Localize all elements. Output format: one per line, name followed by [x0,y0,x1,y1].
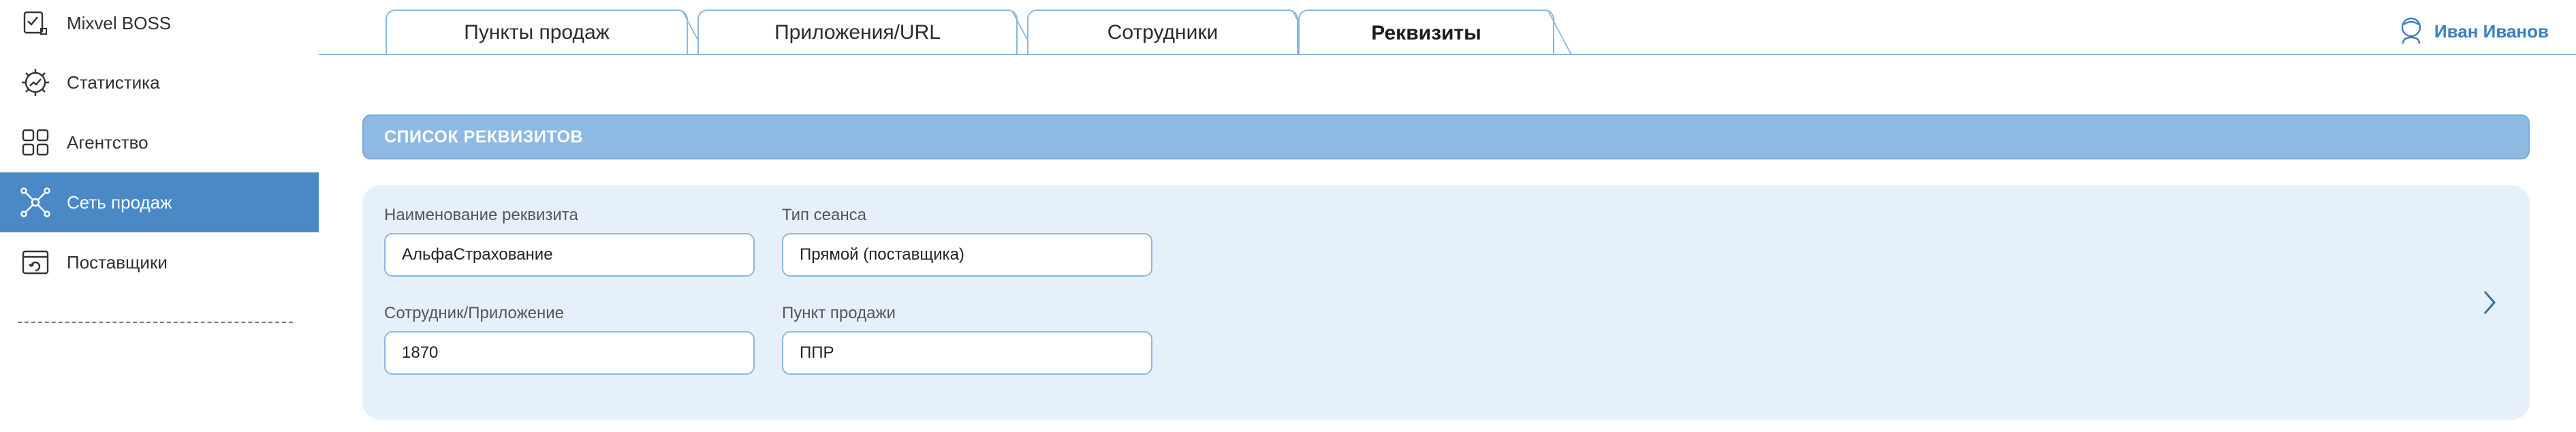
sidebar-item-label: Статистика [67,72,160,93]
sidebar-item-sales-network[interactable]: Сеть продаж [0,172,319,232]
sidebar-divider [18,322,293,323]
tab-bar: Пункты продаж Приложения/URL Сотрудники … [319,0,2576,56]
employee-app-label: Сотрудник/Приложение [384,304,565,322]
sidebar-item-agency[interactable]: Агентство [0,112,319,172]
user-menu[interactable]: Иван Иванов [2398,15,2549,48]
section-title: СПИСОК РЕКВИЗИТОВ [384,127,583,146]
tab-sale-points[interactable]: Пункты продаж [386,10,688,55]
supplier-icon [19,246,52,279]
requisite-card[interactable]: Наименование реквизита АльфаСтрахование … [362,185,2530,420]
sidebar: Mixvel BOSS Статистика Агентство Сеть пр… [0,0,319,432]
user-icon [2398,15,2425,48]
tab-employees[interactable]: Сотрудники [1027,10,1298,55]
checklist-icon [19,7,52,40]
tab-applications-url[interactable]: Приложения/URL [697,10,1018,55]
chevron-right-icon[interactable] [2478,288,2502,318]
sidebar-item-suppliers[interactable]: Поставщики [0,232,319,292]
content-area: СПИСОК РЕКВИЗИТОВ Наименование реквизита… [319,55,2576,432]
session-type-field[interactable]: Прямой (поставщика) [782,233,1152,277]
sale-point-field[interactable]: ППР [782,331,1152,375]
sidebar-item-label: Агентство [67,132,148,153]
sidebar-item-mixvel-boss[interactable]: Mixvel BOSS [0,0,319,53]
employee-app-field[interactable]: 1870 [384,331,755,375]
tab-requisites[interactable]: Реквизиты [1298,10,1554,56]
sidebar-item-label: Сеть продаж [67,191,172,213]
session-type-label: Тип сеанса [782,206,866,224]
sidebar-item-statistics[interactable]: Статистика [0,52,319,112]
requisite-name-field[interactable]: АльфаСтрахование [384,233,755,277]
gear-chart-icon [19,66,52,99]
requisite-name-label: Наименование реквизита [384,206,578,224]
sidebar-item-label: Поставщики [67,251,168,273]
section-header: СПИСОК РЕКВИЗИТОВ [362,114,2530,159]
sidebar-item-label: Mixvel BOSS [67,12,172,33]
main-area: Пункты продаж Приложения/URL Сотрудники … [319,0,2576,432]
network-icon [19,186,52,219]
sale-point-label: Пункт продажи [782,304,896,322]
grid-apps-icon [19,126,52,159]
user-name: Иван Иванов [2434,21,2549,42]
